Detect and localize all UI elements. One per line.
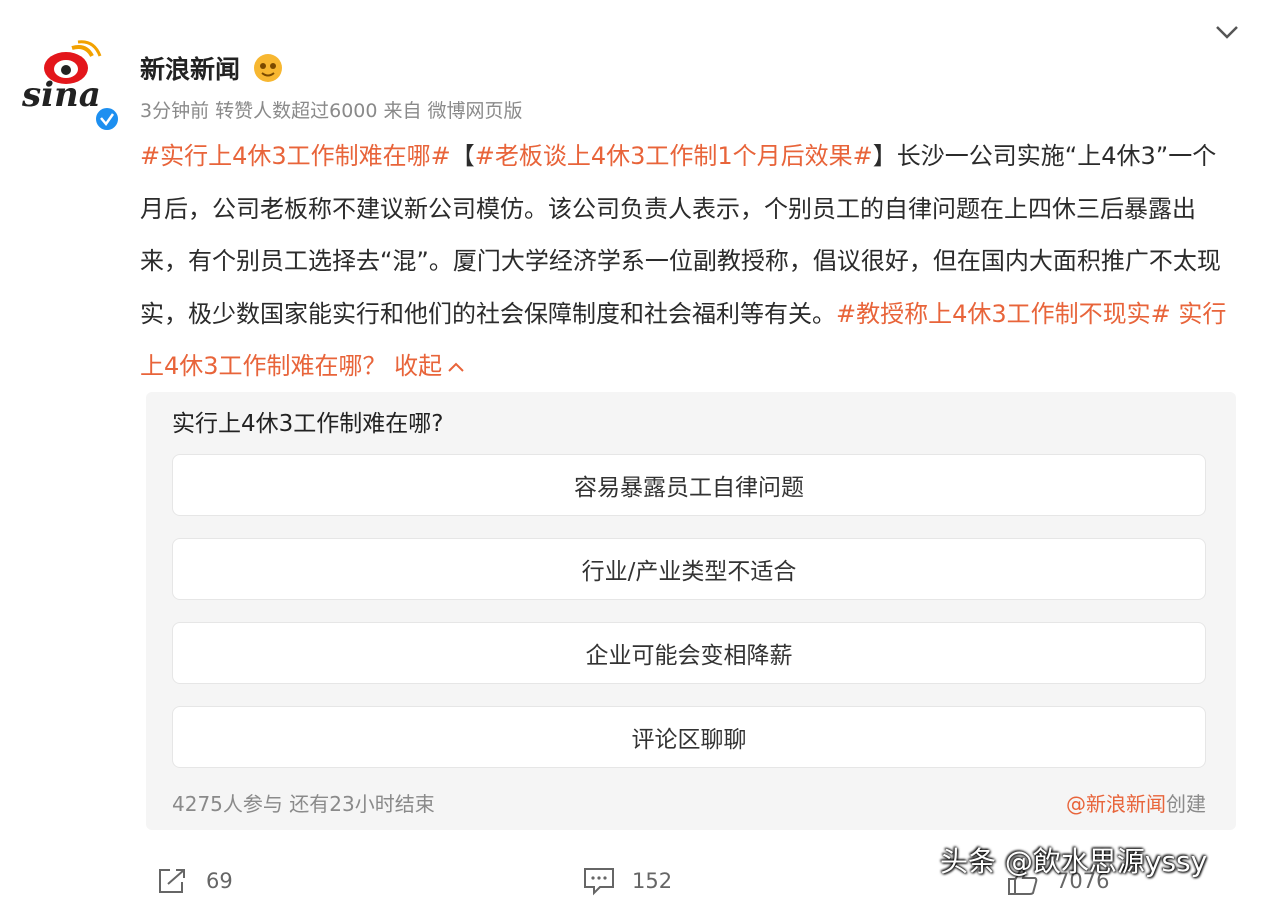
poll-option-2[interactable]: 行业/产业类型不适合 xyxy=(172,538,1206,600)
comment-action[interactable]: 152 xyxy=(582,866,672,896)
watermark: 头条 @飲水思源yssy xyxy=(940,845,1208,878)
hashtag-link[interactable]: #老板谈上4休3工作制1个月后效果# xyxy=(475,142,873,170)
chevron-down-icon[interactable] xyxy=(1214,22,1240,42)
hashtag-link[interactable]: #实行上4休3工作制难在哪# xyxy=(140,142,451,170)
poll-participants: 4275人参与 还有23小时结束 xyxy=(172,792,435,816)
chevron-up-icon[interactable] xyxy=(446,360,466,374)
poll-option-3[interactable]: 企业可能会变相降薪 xyxy=(172,622,1206,684)
emoji-badge-icon xyxy=(254,54,283,82)
poll-creator-suffix: 创建 xyxy=(1166,792,1206,816)
hashtag-link[interactable]: #教授称上4休3工作制不现实# xyxy=(836,300,1171,328)
author-row: 新浪新闻 xyxy=(140,50,284,86)
verified-icon xyxy=(94,106,120,132)
comment-icon xyxy=(584,868,614,896)
poll-creator-link[interactable]: @新浪新闻 xyxy=(1066,792,1166,816)
poll-card: 实行上4休3工作制难在哪? 容易暴露员工自律问题 行业/产业类型不适合 企业可能… xyxy=(146,392,1236,830)
poll-question: 实行上4休3工作制难在哪? xyxy=(172,411,444,437)
hashtag-link[interactable]: 收起 xyxy=(394,352,442,380)
author-name[interactable]: 新浪新闻 xyxy=(140,50,240,86)
poll-option-1[interactable]: 容易暴露员工自律问题 xyxy=(172,454,1206,516)
post-body: #实行上4休3工作制难在哪#【#老板谈上4休3工作制1个月后效果#】长沙一公司实… xyxy=(140,130,1240,393)
share-icon xyxy=(159,869,185,893)
share-action[interactable]: 69 xyxy=(156,866,233,896)
post-text: 【 xyxy=(450,142,475,170)
poll-option-4[interactable]: 评论区聊聊 xyxy=(172,706,1206,768)
post-meta: 3分钟前 转赞人数超过6000 来自 微博网页版 xyxy=(140,100,523,122)
share-count: 69 xyxy=(206,869,233,893)
comment-count: 152 xyxy=(632,869,673,893)
svg-text:sina: sina xyxy=(21,75,101,115)
poll-creator: @新浪新闻创建 xyxy=(1066,788,1206,817)
